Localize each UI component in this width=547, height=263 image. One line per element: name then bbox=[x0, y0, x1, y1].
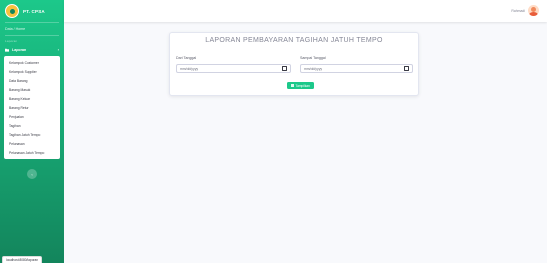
submenu-item-tagihan-jatuh-tempo[interactable]: Tagihan Jatuh Tempo bbox=[4, 130, 60, 139]
submenu-item-barang-masuk[interactable]: Barang Masuk bbox=[4, 85, 60, 94]
folder-icon bbox=[5, 48, 9, 52]
user-name: Rahmadi bbox=[511, 8, 525, 13]
to-date-label: Sampai Tanggal bbox=[300, 56, 326, 60]
avatar bbox=[528, 5, 539, 16]
calendar-icon[interactable] bbox=[404, 66, 409, 71]
from-date-value: mm/dd/yyyy bbox=[180, 66, 199, 71]
sidebar-heading: Laporan bbox=[5, 39, 18, 43]
page-title: LAPORAN PEMBAYARAN TAGIHAN JATUH TEMPO bbox=[205, 37, 383, 44]
submenu-item-pelunasan[interactable]: Pelunasan bbox=[4, 139, 60, 148]
submenu-item-penjualan[interactable]: Penjualan bbox=[4, 112, 60, 121]
sidebar-item-dashboard[interactable]: Data / Home bbox=[0, 23, 64, 35]
to-date-input[interactable]: mm/dd/yyyy bbox=[300, 64, 413, 73]
brand-name: PT. CPSA bbox=[23, 8, 45, 14]
brand-logo-icon bbox=[5, 4, 19, 18]
laporan-submenu: Kelompok Customer Kelompok Supplier Data… bbox=[4, 56, 60, 159]
from-date-label: Dari Tanggal bbox=[176, 56, 197, 60]
status-url: localhost:8080/laporan bbox=[6, 258, 39, 262]
chevron-left-icon: ‹ bbox=[31, 171, 33, 177]
user-dropdown[interactable]: Rahmadi bbox=[511, 5, 539, 16]
sidebar-item-label: Laporan bbox=[12, 47, 27, 52]
submenu-item-barang-retur[interactable]: Barang Retur bbox=[4, 103, 60, 112]
to-date-value: mm/dd/yyyy bbox=[304, 66, 323, 71]
submenu-item-pelunasan-jatuh-tempo[interactable]: Pelunasan Jatuh Tempo bbox=[4, 148, 60, 157]
sidebar: PT. CPSA Data / Home Laporan Laporan › K… bbox=[0, 0, 64, 263]
show-report-label: Tampilkan bbox=[295, 83, 310, 88]
sidebar-brand[interactable]: PT. CPSA bbox=[0, 0, 64, 22]
from-date-input[interactable]: mm/dd/yyyy bbox=[176, 64, 291, 73]
submenu-item-kelompok-customer[interactable]: Kelompok Customer bbox=[4, 58, 60, 67]
calendar-icon[interactable] bbox=[282, 66, 287, 71]
sidebar-toggle-button[interactable]: ‹ bbox=[27, 169, 37, 179]
topbar: Rahmadi bbox=[64, 0, 547, 22]
show-report-button[interactable]: Tampilkan bbox=[287, 82, 314, 89]
report-filter-card: LAPORAN PEMBAYARAN TAGIHAN JATUH TEMPO D… bbox=[169, 32, 419, 96]
submenu-item-tagihan[interactable]: Tagihan bbox=[4, 121, 60, 130]
submenu-item-data-barang[interactable]: Data Barang bbox=[4, 76, 60, 85]
search-icon bbox=[291, 84, 294, 87]
chevron-down-icon: › bbox=[57, 47, 59, 52]
sidebar-item-laporan[interactable]: Laporan › bbox=[0, 43, 64, 56]
browser-status-bar: localhost:8080/laporan bbox=[2, 256, 43, 263]
sidebar-item-label: Data / Home bbox=[5, 27, 26, 31]
submenu-item-kelompok-supplier[interactable]: Kelompok Supplier bbox=[4, 67, 60, 76]
submenu-item-barang-keluar[interactable]: Barang Keluar bbox=[4, 94, 60, 103]
